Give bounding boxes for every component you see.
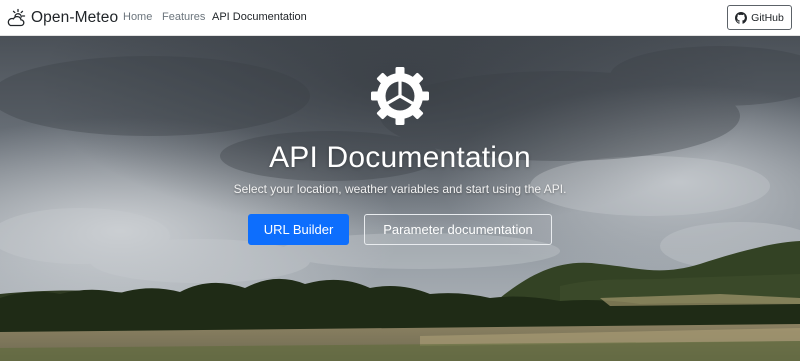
parameter-documentation-button[interactable]: Parameter documentation [364,214,552,245]
github-button[interactable]: GitHub [727,5,792,30]
github-icon [735,11,748,24]
gear-icon [371,67,429,125]
navbar: Open-Meteo Home Features API Documentati… [0,0,800,36]
nav-home[interactable]: Home [123,11,152,23]
brand-name: Open-Meteo [31,9,119,26]
hero-content: API Documentation Select your location, … [0,36,800,361]
cloud-sun-icon [7,8,26,27]
hero-subtitle: Select your location, weather variables … [233,182,567,196]
nav-features[interactable]: Features [162,11,205,23]
nav-api-documentation[interactable]: API Documentation [212,11,307,23]
github-button-label: GitHub [751,11,784,24]
brand-link[interactable]: Open-Meteo [7,7,118,29]
url-builder-button[interactable]: URL Builder [248,214,349,245]
hero-title: API Documentation [269,141,531,174]
hero-banner: API Documentation Select your location, … [0,36,800,361]
